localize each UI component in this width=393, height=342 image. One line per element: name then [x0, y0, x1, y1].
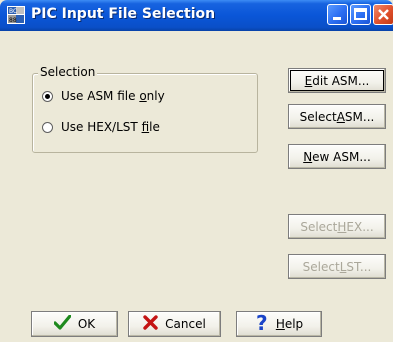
svg-text:88: 88 [9, 17, 17, 24]
red-x-icon [143, 315, 158, 333]
app-icon: BC 88 [7, 6, 25, 24]
selection-group-label: Selection [38, 65, 98, 79]
ok-button[interactable]: OK [31, 311, 118, 337]
svg-text:BC: BC [9, 8, 17, 15]
green-checkmark-icon [53, 314, 72, 333]
close-icon [378, 9, 389, 20]
radio-label: Use HEX/LST file [61, 120, 160, 134]
select-lst-button[interactable]: Select L ST... [288, 254, 386, 279]
blue-question-icon: ? [255, 311, 269, 336]
help-button[interactable]: ? Help [236, 311, 322, 337]
select-asm-button[interactable]: Select A SM... [288, 104, 386, 129]
maximize-button[interactable] [350, 4, 371, 25]
radio-use-hex-lst[interactable]: Use HEX/LST file [42, 119, 160, 135]
radio-button-icon[interactable] [42, 121, 53, 133]
title-bar[interactable]: BC 88 PIC Input File Selection [0, 0, 393, 31]
radio-button-icon[interactable] [42, 90, 53, 102]
radio-label: Use ASM file only [61, 89, 165, 103]
svg-text:?: ? [256, 313, 268, 333]
minimize-icon [333, 17, 341, 20]
minimize-button[interactable] [327, 4, 348, 25]
cancel-button[interactable]: Cancel [128, 311, 221, 337]
new-asm-button[interactable]: New ASM... [288, 144, 386, 169]
selection-groupbox [32, 73, 258, 153]
select-hex-button[interactable]: Select H EX... [288, 214, 386, 239]
window-title: PIC Input File Selection [31, 6, 216, 22]
edit-asm-button[interactable]: Edit ASM... [288, 68, 386, 93]
maximize-icon [354, 8, 367, 20]
close-button[interactable] [373, 4, 393, 25]
radio-use-asm[interactable]: Use ASM file only [42, 88, 165, 104]
dialog-window: BC 88 PIC Input File Selection Selection… [0, 0, 393, 342]
